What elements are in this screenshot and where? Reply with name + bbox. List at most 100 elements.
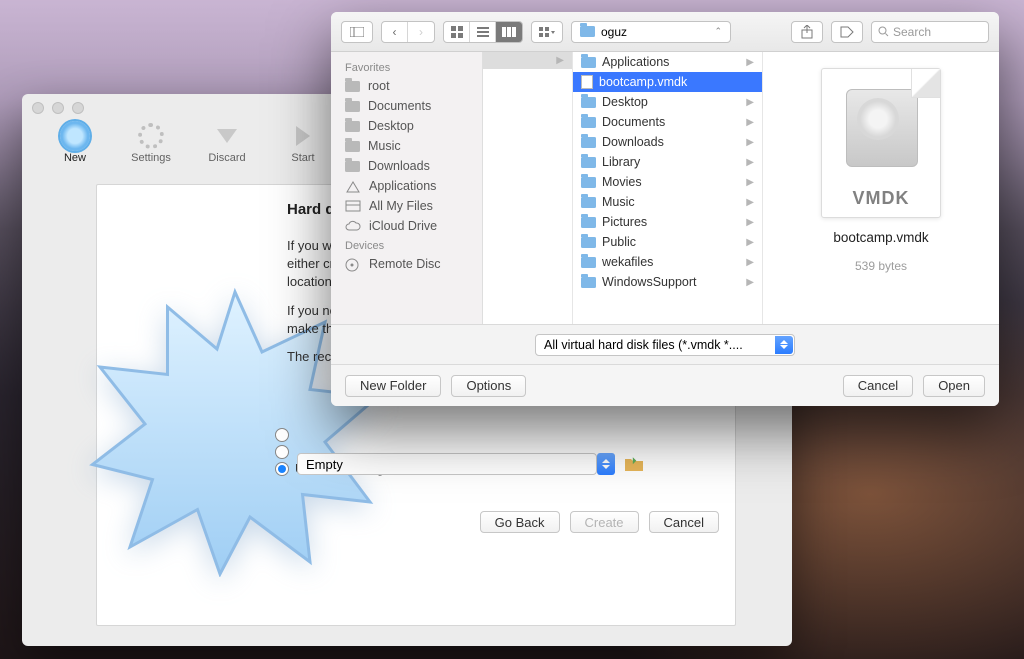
existing-disk-select[interactable]: Empty [297, 453, 597, 475]
file-row-label: Music [602, 195, 635, 209]
disc-icon [345, 258, 361, 270]
file-row[interactable]: Applications ▶ [573, 52, 762, 72]
chevron-right-icon: ▶ [746, 237, 754, 248]
file-row-label: Library [602, 155, 640, 169]
view-icons[interactable] [444, 22, 470, 42]
toolbar-start-label: Start [291, 152, 314, 164]
chevron-right-icon: ▶ [746, 217, 754, 228]
file-row[interactable]: bootcamp.vmdk [573, 72, 762, 92]
sidebar-toggle[interactable] [341, 21, 373, 43]
file-row[interactable]: WindowsSupport▶ [573, 272, 762, 292]
file-row-label: Documents [602, 115, 665, 129]
search-icon [878, 26, 889, 37]
chevron-right-icon: ▶ [746, 117, 754, 128]
arrange-menu[interactable] [531, 21, 563, 43]
chevron-right-icon: ▶ [746, 177, 754, 188]
allmyfiles-icon [345, 200, 361, 212]
file-row[interactable]: Music ▶ [573, 192, 762, 212]
sidebar-item-remotedisc[interactable]: Remote Disc [331, 254, 482, 274]
sidebar-item-downloads[interactable]: Downloads [331, 156, 482, 176]
share-button[interactable] [791, 21, 823, 43]
finder-open-button[interactable]: Open [923, 375, 985, 397]
chevron-right-icon: ▶ [746, 97, 754, 108]
existing-disk-stepper[interactable] [597, 453, 615, 475]
path-label: oguz [601, 25, 627, 39]
go-back-button[interactable]: Go Back [480, 511, 560, 533]
view-columns[interactable] [496, 22, 522, 42]
sidebar-item-desktop[interactable]: Desktop [331, 116, 482, 136]
finder-sidebar: Favorites root Documents Desktop Music D… [331, 52, 483, 324]
folder-icon [581, 97, 596, 108]
search-field[interactable]: Search [871, 21, 989, 43]
finder-cancel-button[interactable]: Cancel [843, 375, 913, 397]
folder-icon [581, 57, 596, 68]
toolbar-discard-label: Discard [208, 152, 245, 164]
window-traffic-lights[interactable] [32, 102, 84, 114]
chevron-right-icon: ▶ [746, 137, 754, 148]
view-list[interactable] [470, 22, 496, 42]
document-icon [581, 75, 593, 89]
file-row-label: Desktop [602, 95, 648, 109]
chevron-right-icon: ▶ [746, 57, 754, 68]
nav-back-forward[interactable]: ‹› [381, 21, 435, 43]
folder-icon [581, 157, 596, 168]
file-row-label: bootcamp.vmdk [599, 75, 687, 89]
chevron-right-icon: ▶ [746, 257, 754, 268]
file-type-filter[interactable]: All virtual hard disk files (*.vmdk *...… [535, 334, 795, 356]
cancel-button[interactable]: Cancel [649, 511, 719, 533]
sidebar-item-applications[interactable]: Applications [331, 176, 482, 196]
folder-icon [581, 237, 596, 248]
toolbar-settings[interactable]: Settings [124, 120, 178, 176]
sidebar-item-root[interactable]: root [331, 76, 482, 96]
file-row-label: wekafiles [602, 255, 653, 269]
file-row-label: WindowsSupport [602, 275, 697, 289]
toolbar-new[interactable]: New [48, 120, 102, 176]
folder-icon [581, 137, 596, 148]
chevron-right-icon: ▶ [746, 197, 754, 208]
file-row[interactable]: Movies ▶ [573, 172, 762, 192]
options-button[interactable]: Options [451, 375, 526, 397]
folder-icon [581, 117, 596, 128]
preview-size: 539 bytes [855, 259, 907, 273]
column0-selected[interactable]: ▶ [483, 52, 572, 69]
create-button[interactable]: Create [570, 511, 639, 533]
radio-do-not-add[interactable]: Do not add a virtual hard disk [275, 427, 715, 442]
toolbar-discard[interactable]: Discard [200, 120, 254, 176]
folder-icon [581, 257, 596, 268]
sidebar-item-icloud[interactable]: iCloud Drive [331, 216, 482, 236]
browse-folder-icon[interactable] [623, 453, 645, 475]
file-row[interactable]: Downloads▶ [573, 132, 762, 152]
finder-footer: New Folder Options Cancel Open [331, 364, 999, 406]
finder-column-1: Applications▶bootcamp.vmdkDesktop▶Docume… [573, 52, 763, 324]
file-row[interactable]: wekafiles ▶ [573, 252, 762, 272]
chevron-right-icon: ▶ [746, 157, 754, 168]
file-row[interactable]: Library ▶ [573, 152, 762, 172]
folder-icon [581, 217, 596, 228]
file-row-label: Applications [602, 55, 669, 69]
view-mode-segment[interactable] [443, 21, 523, 43]
tags-button[interactable] [831, 21, 863, 43]
sidebar-item-documents[interactable]: Documents [331, 96, 482, 116]
cloud-icon [345, 220, 361, 232]
folder-icon [581, 177, 596, 188]
nav-forward[interactable]: › [408, 22, 434, 42]
sidebar-item-music[interactable]: Music [331, 136, 482, 156]
search-placeholder: Search [893, 25, 931, 39]
path-popup[interactable]: oguz⌃ [571, 21, 731, 43]
file-row-label: Movies [602, 175, 642, 189]
new-folder-button[interactable]: New Folder [345, 375, 441, 397]
toolbar-start[interactable]: Start [276, 120, 330, 176]
file-row[interactable]: Desktop ▶ [573, 92, 762, 112]
finder-preview-pane: VMDK bootcamp.vmdk 539 bytes [763, 52, 999, 324]
file-type-filter-bar: All virtual hard disk files (*.vmdk *...… [331, 324, 999, 364]
preview-filename: bootcamp.vmdk [833, 230, 928, 245]
file-row[interactable]: Pictures▶ [573, 212, 762, 232]
toolbar-new-label: New [64, 152, 86, 164]
file-row[interactable]: Public▶ [573, 232, 762, 252]
vmdk-badge: VMDK [822, 188, 940, 209]
file-row[interactable]: Documents ▶ [573, 112, 762, 132]
finder-column-0: ▶ [483, 52, 573, 324]
sidebar-item-allmyfiles[interactable]: All My Files [331, 196, 482, 216]
sidebar-favorites-header: Favorites [331, 58, 482, 76]
nav-back[interactable]: ‹ [382, 22, 408, 42]
